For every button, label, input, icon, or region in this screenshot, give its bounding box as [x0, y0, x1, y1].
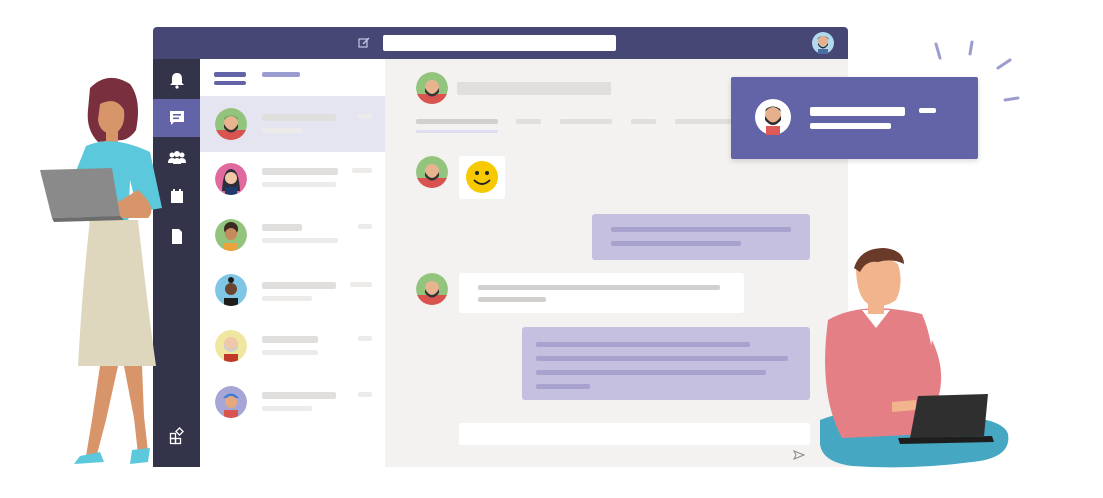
time-placeholder	[358, 114, 372, 119]
tab-placeholder[interactable]	[516, 119, 541, 124]
send-icon[interactable]	[793, 450, 805, 460]
toast-time-placeholder	[919, 108, 936, 113]
time-placeholder	[350, 282, 372, 287]
attention-marks	[934, 40, 1020, 102]
time-placeholder	[358, 392, 372, 397]
toast-avatar	[755, 99, 791, 135]
tab-placeholder[interactable]	[675, 119, 735, 124]
chat-row[interactable]	[200, 207, 385, 263]
contact-name-placeholder	[262, 392, 336, 399]
preview-placeholder	[262, 296, 312, 301]
message-bubble	[459, 156, 505, 199]
compose-input[interactable]	[459, 423, 810, 445]
preview-placeholder	[262, 406, 312, 411]
contact-name-placeholder	[262, 282, 336, 289]
sender-avatar	[416, 273, 448, 305]
chat-row[interactable]	[200, 262, 385, 318]
avatar	[215, 386, 247, 418]
man-with-laptop-illustration	[820, 248, 1009, 468]
contact-name-placeholder	[262, 168, 338, 175]
avatar	[215, 163, 247, 195]
woman-with-laptop-illustration	[40, 77, 162, 464]
message-bubble	[459, 273, 744, 313]
tab-contacts[interactable]	[262, 72, 300, 77]
chat-row[interactable]	[200, 96, 385, 152]
tab-placeholder[interactable]	[631, 119, 656, 124]
my-message-bubble	[592, 214, 810, 260]
avatar	[215, 330, 247, 362]
chat-row[interactable]	[200, 374, 385, 430]
tab-placeholder[interactable]	[560, 119, 612, 124]
avatar	[215, 108, 247, 140]
text-line	[478, 297, 546, 302]
text-line	[536, 342, 750, 347]
preview-placeholder	[262, 128, 302, 133]
time-placeholder	[358, 224, 372, 229]
chat-list	[200, 59, 385, 467]
preview-placeholder	[262, 350, 318, 355]
new-chat-icon[interactable]	[357, 36, 371, 50]
tab-chat[interactable]	[214, 72, 246, 77]
text-line	[611, 227, 791, 232]
time-placeholder	[358, 336, 372, 341]
search-input[interactable]	[383, 35, 616, 51]
avatar	[215, 274, 247, 306]
smiley-emoji-icon	[466, 161, 498, 193]
preview-placeholder	[262, 182, 336, 187]
tab-chat-underline	[214, 81, 246, 85]
contact-name-placeholder	[262, 336, 318, 343]
contact-name-placeholder	[262, 224, 302, 231]
toast-message-placeholder	[810, 123, 891, 129]
time-placeholder	[352, 168, 372, 173]
my-message-bubble	[522, 327, 810, 400]
text-line	[536, 370, 766, 375]
tab-placeholder[interactable]	[416, 119, 498, 124]
text-line	[611, 241, 741, 246]
toast-sender-placeholder	[810, 107, 905, 116]
profile-avatar[interactable]	[812, 32, 834, 54]
text-line	[536, 384, 590, 389]
chat-row[interactable]	[200, 151, 385, 207]
tab-underline	[416, 130, 498, 133]
text-line	[478, 285, 720, 290]
conversation-title-placeholder	[457, 82, 611, 95]
avatar	[215, 219, 247, 251]
chat-row[interactable]	[200, 318, 385, 374]
conversation-avatar	[416, 72, 448, 104]
preview-placeholder	[262, 238, 338, 243]
contact-name-placeholder	[262, 114, 336, 121]
text-line	[536, 356, 788, 361]
sender-avatar	[416, 156, 448, 188]
